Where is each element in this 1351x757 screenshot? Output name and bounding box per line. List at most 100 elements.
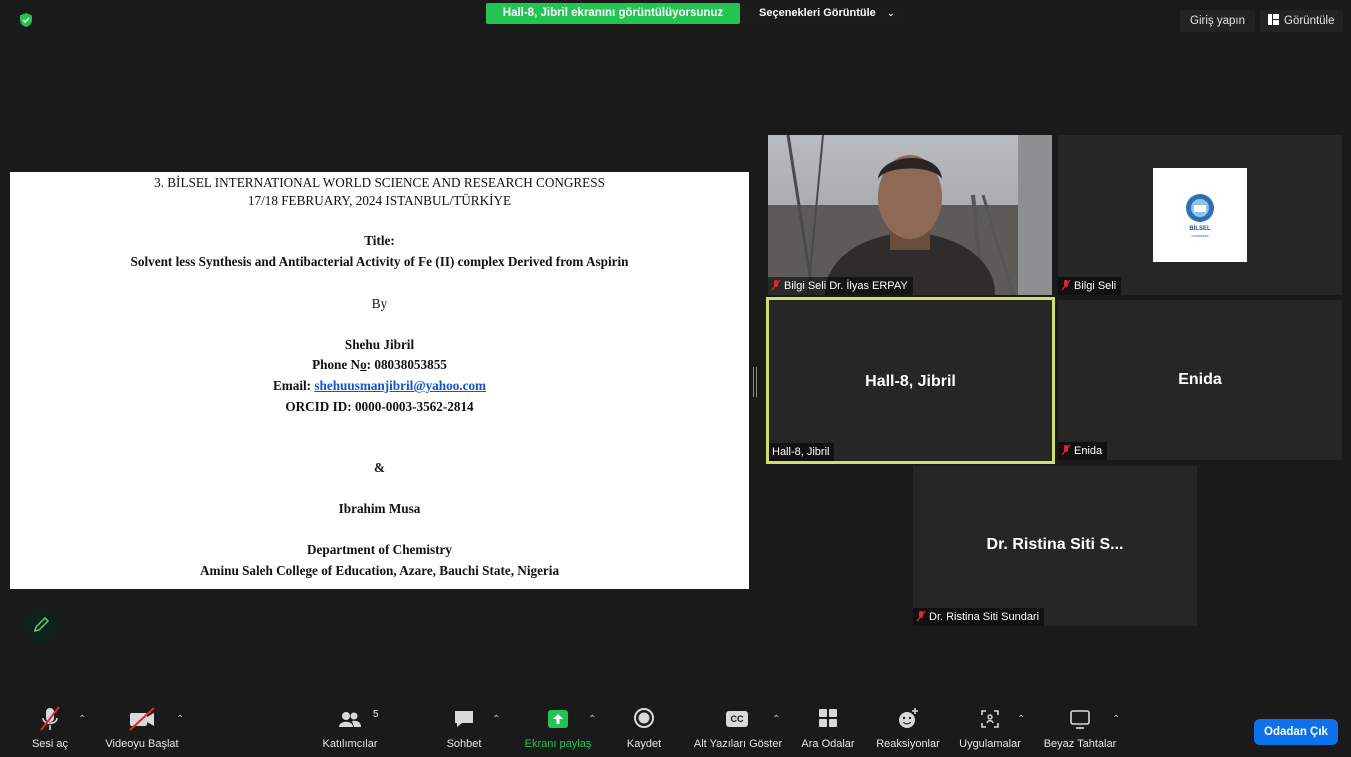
doc-phone: Phone No: 08038053855 [10,357,749,373]
doc-orcid: ORCID ID: 0000-0003-3562-2814 [285,399,474,414]
whiteboard-options-chevron-up-icon[interactable]: ⌃ [1112,714,1120,725]
participant-name-tag: Hall-8, Jibril [769,443,835,461]
video-options-chevron-up-icon[interactable]: ⌃ [176,714,184,725]
participants-icon [339,712,361,727]
record-button[interactable]: Kaydet [622,706,666,750]
chat-bubble-icon [455,711,473,727]
chat-button[interactable]: Sohbet [442,706,486,750]
show-captions-label: Alt Yazıları Göster [693,738,783,750]
doc-email: Email: shehuusmanjibril@yahoo.com [10,378,749,394]
muted-microphone-icon [40,706,60,731]
shared-screen-document: 3. BİLSEL INTERNATIONAL WORLD SCIENCE AN… [10,172,749,589]
unmute-label: Sesi aç [31,738,69,750]
screen-share-banner: Hall-8, Jibril ekranını görüntülüyorsunu… [486,3,740,24]
participants-label: Katılımcılar [322,738,378,750]
audio-options-chevron-up-icon[interactable]: ⌃ [78,714,86,725]
apps-label: Uygulamalar [959,738,1021,750]
doc-email-link[interactable]: shehuusmanjibril@yahoo.com [314,378,486,393]
svg-text:BİLSEL: BİLSEL [1189,225,1211,232]
doc-by: By [371,296,388,311]
participant-name: Enida [1074,445,1103,457]
doc-institution: Aminu Saleh College of Education, Azare,… [199,563,560,578]
doc-author-1: Shehu Jibril [344,337,415,352]
doc-author-2: Ibrahim Musa [338,501,421,516]
participant-name: Bilgi Seli Dr. İlyas ERPAY [784,280,908,292]
participant-tile-ristina-siti-sundari[interactable]: Dr. Ristina Siti S... Dr. Ristina Siti S… [913,466,1197,626]
doc-congress-line: 3. BİLSEL INTERNATIONAL WORLD SCIENCE AN… [154,175,605,190]
record-icon [634,708,654,728]
reaction-smiley-icon [899,708,918,728]
view-options-label: Seçenekleri Görüntüle [759,7,876,19]
leave-room-button[interactable]: Odadan Çık [1254,719,1338,745]
participant-name: Hall-8, Jibril [772,446,830,458]
whiteboards-label: Beyaz Tahtalar [1043,738,1117,750]
participant-name-tag: Dr. Ristina Siti Sundari [913,608,1045,626]
participant-tile-ilyas-erpay[interactable]: Bilgi Seli Dr. İlyas ERPAY [768,135,1052,295]
breakout-rooms-icon [819,709,837,727]
svg-text:CONGRESS: CONGRESS [1191,234,1208,238]
panel-resize-handle[interactable] [753,367,757,397]
participant-display-name: Hall-8, Jibril [865,373,956,390]
share-screen-icon [548,710,568,728]
breakout-rooms-button[interactable]: Ara Odalar [800,706,856,750]
captions-cc-icon: CC [726,711,748,727]
participant-display-name: Dr. Ristina Siti S... [986,536,1124,553]
participant-display-name: Enida [1178,371,1222,388]
muted-mic-icon [1061,444,1071,456]
whiteboards-button[interactable]: Beyaz Tahtalar [1040,706,1120,750]
apps-icon [981,710,999,728]
doc-date-line: 17/18 FEBRUARY, 2024 ISTANBUL/TÜRKİYE [247,193,512,208]
participant-name-tag: Bilgi Seli [1058,277,1122,295]
share-options-chevron-up-icon[interactable]: ⌃ [588,714,596,725]
participants-button[interactable]: 5 Katılımcılar [312,706,388,750]
bilsel-logo-graphic: BİLSEL CONGRESS [1186,194,1214,238]
doc-ampersand: & [374,460,385,475]
grid-view-icon [1268,14,1279,25]
doc-phone-label: Phone N [312,357,361,372]
pencil-icon [33,616,50,633]
participant-name-tag: Enida [1058,442,1108,460]
record-label: Kaydet [626,738,662,750]
muted-mic-icon [771,279,781,291]
participant-name: Dr. Ristina Siti Sundari [929,611,1040,623]
chat-options-chevron-up-icon[interactable]: ⌃ [492,714,500,725]
breakout-rooms-label: Ara Odalar [801,738,855,750]
bilsel-logo: BİLSEL CONGRESS [1153,168,1247,262]
apps-options-chevron-up-icon[interactable]: ⌃ [1017,714,1025,725]
view-options-button[interactable]: Seçenekleri Görüntüle ⌄ [742,3,908,24]
doc-phone-o: o [360,357,367,372]
doc-phone-value: : 08038053855 [366,357,447,372]
unmute-button[interactable]: Sesi aç [28,706,72,750]
annotate-pencil-button[interactable] [23,607,59,643]
doc-title: Solvent less Synthesis and Antibacterial… [130,254,629,269]
reactions-label: Reaksiyonlar [876,738,940,750]
participant-name: Bilgi Seli [1074,280,1117,292]
chevron-down-icon: ⌄ [887,8,895,18]
share-screen-button[interactable]: Ekranı paylaş [520,706,596,750]
share-screen-label: Ekranı paylaş [524,738,592,750]
chat-label: Sohbet [446,738,482,750]
participant-tile-enida[interactable]: Enida Enida [1058,300,1342,460]
doc-department: Department of Chemistry [306,542,453,557]
participant-video-image [768,135,1052,295]
view-label: Görüntüle [1284,15,1335,27]
apps-button[interactable]: Uygulamalar [954,706,1026,750]
sign-in-button[interactable]: Giriş yapın [1180,10,1255,32]
muted-mic-icon [916,610,926,622]
participant-name-tag: Bilgi Seli Dr. İlyas ERPAY [768,277,913,295]
start-video-button[interactable]: Videoyu Başlat [100,706,184,750]
security-shield-icon[interactable] [18,12,34,28]
doc-email-label: Email: [272,378,315,393]
captions-options-chevron-up-icon[interactable]: ⌃ [772,714,780,725]
view-button[interactable]: Görüntüle [1260,10,1343,32]
muted-mic-icon [1061,279,1071,291]
whiteboard-icon [1070,710,1090,729]
start-video-label: Videoyu Başlat [105,738,179,750]
doc-title-label: Title: [364,233,395,248]
reactions-button[interactable]: Reaksiyonlar [872,706,944,750]
participant-tile-bilgi-seli[interactable]: BİLSEL CONGRESS Bilgi Seli [1058,135,1342,295]
participants-count: 5 [373,709,379,720]
show-captions-button[interactable]: CC Alt Yazıları Göster [690,706,786,750]
participant-tile-hall-8-jibril[interactable]: Hall-8, Jibril Hall-8, Jibril [766,297,1055,464]
video-off-icon [129,707,155,731]
